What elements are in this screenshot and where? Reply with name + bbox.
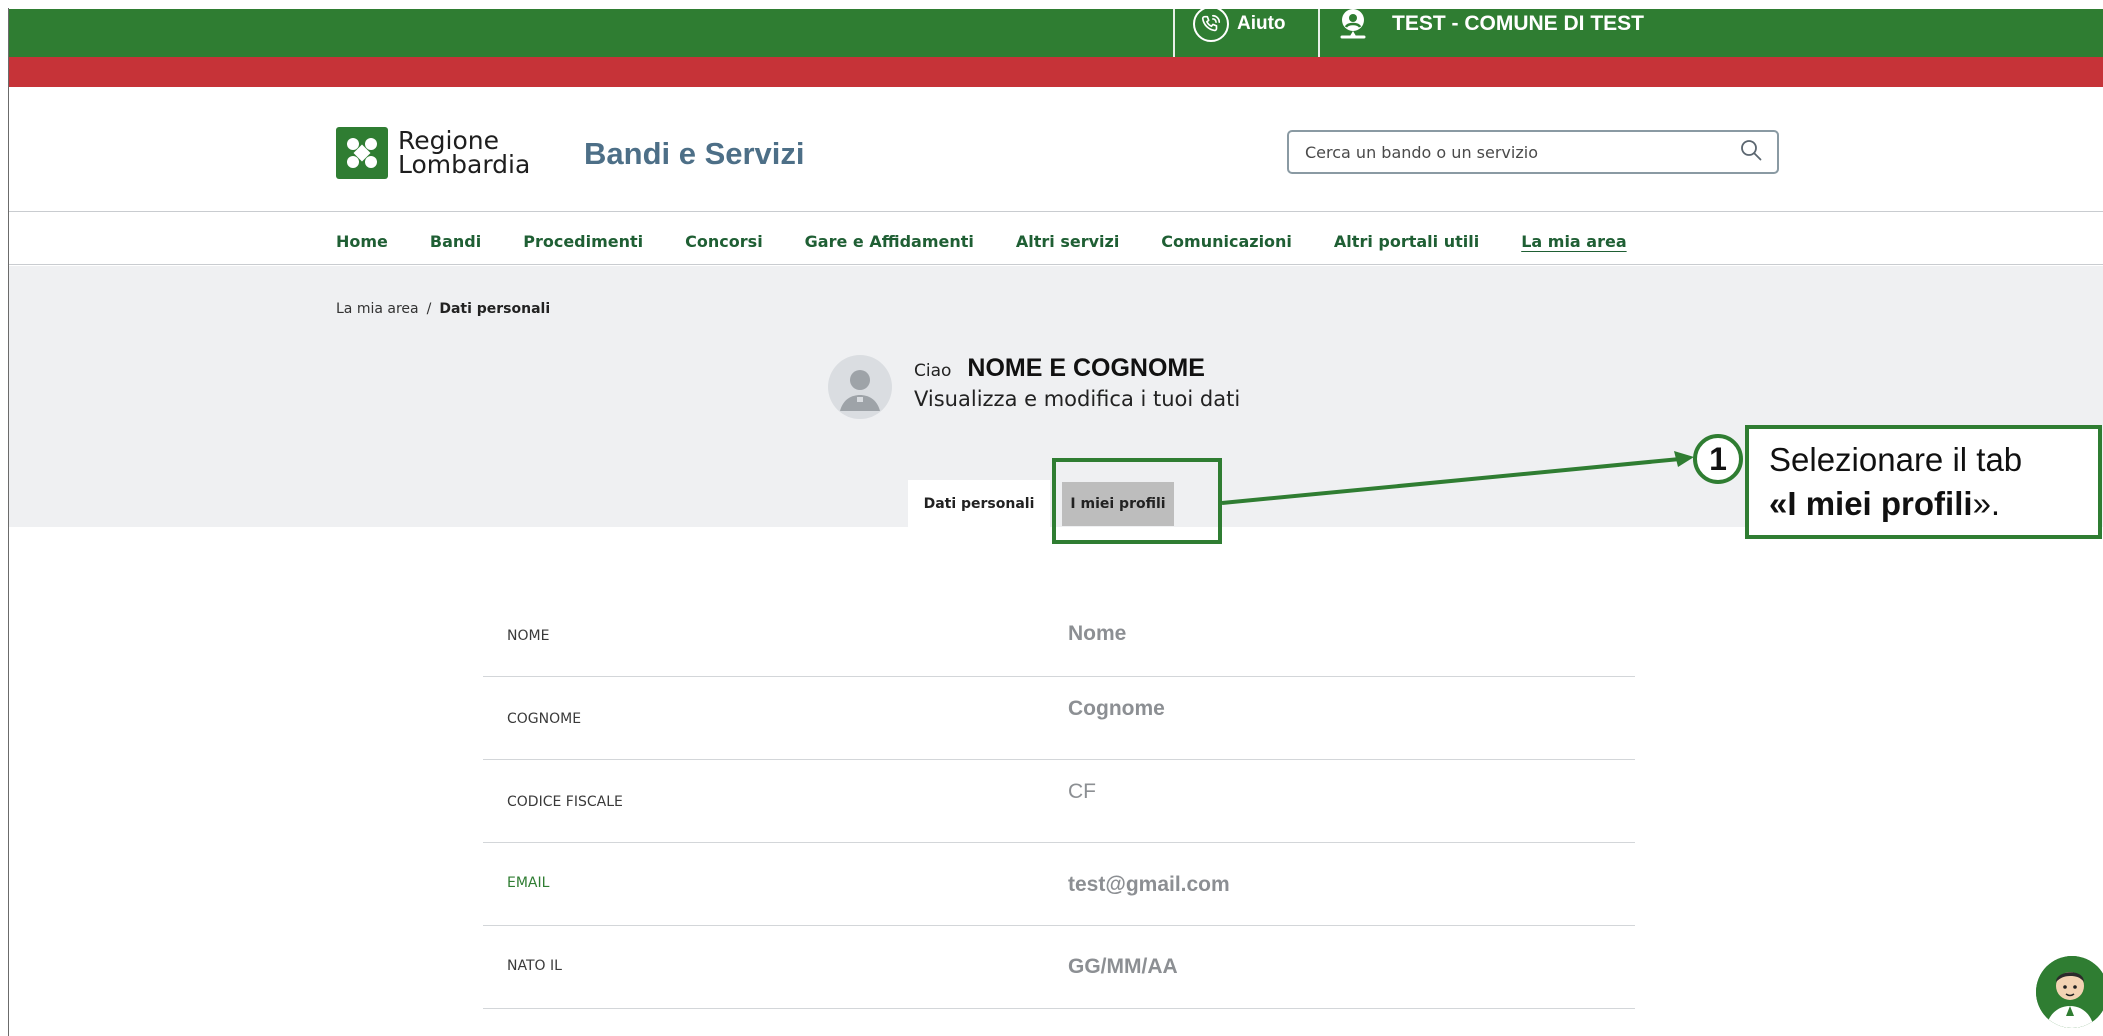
tab-highlight-box — [1052, 458, 1222, 544]
avatar — [828, 355, 892, 419]
field-label: COGNOME — [507, 711, 582, 727]
field-value: Cognome — [1068, 697, 1165, 720]
breadcrumb-current: Dati personali — [439, 301, 551, 317]
main-nav: Home Bandi Procedimenti Concorsi Gare e … — [336, 226, 1669, 256]
logo-mark-icon — [336, 127, 388, 179]
field-row-cognome: COGNOME Cognome — [483, 677, 1635, 760]
annotation-step-number: 1 — [1693, 434, 1743, 484]
annotation-callout: Selezionare il tab «I miei profili». — [1745, 425, 2102, 539]
logo-line2: Lombardia — [398, 150, 531, 179]
annotation-text: Selezionare il tab — [1769, 441, 2023, 478]
greeting-label: Ciao — [914, 361, 952, 381]
field-value: CF — [1068, 780, 1096, 803]
help-label: Aiuto — [1237, 13, 1286, 34]
nav-divider — [9, 264, 2103, 265]
search-input[interactable] — [1303, 141, 1739, 163]
page: Aiuto TEST - COMUNE DI TEST Regione Lomb… — [0, 0, 2103, 1036]
search-box[interactable] — [1287, 130, 1779, 174]
user-location-icon — [1336, 7, 1370, 41]
regione-logo[interactable]: Regione Lombardia — [336, 127, 530, 179]
field-row-email: EMAIL test@gmail.com — [483, 843, 1635, 926]
nav-item-la-mia-area[interactable]: La mia area — [1521, 232, 1626, 251]
logo-text: Regione Lombardia — [398, 128, 531, 179]
greeting-block: Ciao NOME E COGNOME Visualizza e modific… — [914, 354, 1240, 411]
nav-item-bandi[interactable]: Bandi — [430, 232, 481, 251]
site-title[interactable]: Bandi e Servizi — [584, 136, 805, 172]
breadcrumb: La mia area / Dati personali — [336, 301, 550, 317]
field-row-nato-il: NATO IL GG/MM/AA — [483, 926, 1635, 1009]
field-label: EMAIL — [507, 875, 550, 891]
phone-help-icon — [1193, 6, 1229, 42]
field-label: NATO IL — [507, 958, 562, 974]
user-label: TEST - COMUNE DI TEST — [1392, 12, 1644, 35]
field-label: CODICE FISCALE — [507, 794, 623, 810]
annotation-quote-close: ». — [1972, 485, 2001, 522]
user-menu[interactable]: TEST - COMUNE DI TEST — [1336, 6, 1644, 42]
nav-item-altri-servizi[interactable]: Altri servizi — [1016, 232, 1119, 251]
tab-dati-personali[interactable]: Dati personali — [908, 480, 1050, 527]
red-bar — [9, 57, 2103, 87]
nav-item-procedimenti[interactable]: Procedimenti — [523, 232, 643, 251]
personal-data-list: NOME Nome COGNOME Cognome CODICE FISCALE… — [483, 594, 1635, 1009]
assistant-avatar-icon — [2036, 956, 2103, 1028]
profile-subtitle: Visualizza e modifica i tuoi dati — [914, 387, 1241, 411]
nav-item-gare[interactable]: Gare e Affidamenti — [805, 232, 974, 251]
search-icon[interactable] — [1739, 138, 1763, 166]
field-row-nome: NOME Nome — [483, 594, 1635, 677]
help-link[interactable]: Aiuto — [1193, 6, 1286, 42]
field-value: test@gmail.com — [1068, 873, 1230, 896]
divider — [1173, 9, 1175, 57]
nav-item-home[interactable]: Home — [336, 232, 388, 251]
field-label: NOME — [507, 628, 550, 644]
nav-item-altri-portali[interactable]: Altri portali utili — [1334, 232, 1479, 251]
user-full-name: NOME E COGNOME — [967, 354, 1205, 382]
top-bar — [9, 9, 2103, 57]
annotation-quote-open: « — [1769, 485, 1788, 522]
breadcrumb-separator: / — [426, 301, 432, 317]
annotation-arrow — [1221, 451, 1694, 505]
header-divider — [9, 211, 2103, 212]
chatbot-assistant-button[interactable] — [2036, 956, 2103, 1028]
field-row-codice-fiscale: CODICE FISCALE CF — [483, 760, 1635, 843]
nav-item-concorsi[interactable]: Concorsi — [685, 232, 763, 251]
user-avatar-icon — [840, 370, 880, 411]
divider — [1318, 9, 1320, 57]
nav-item-comunicazioni[interactable]: Comunicazioni — [1161, 232, 1292, 251]
breadcrumb-parent[interactable]: La mia area — [336, 301, 419, 317]
field-value: Nome — [1068, 622, 1127, 645]
field-value: GG/MM/AA — [1068, 955, 1178, 978]
annotation-bold-text: I miei profili — [1787, 485, 1973, 522]
